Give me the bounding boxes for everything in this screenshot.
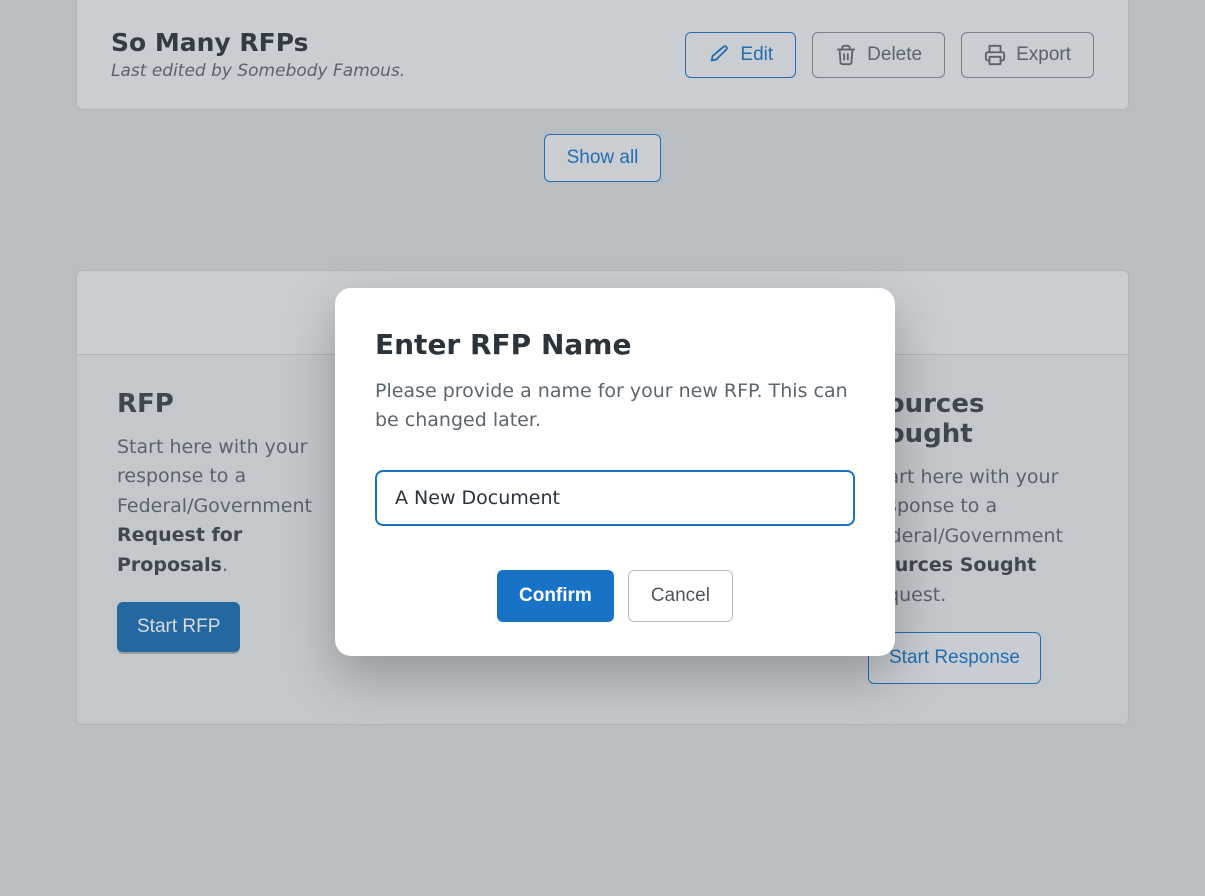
modal-overlay[interactable]: Enter RFP Name Please provide a name for…: [0, 0, 1205, 896]
modal-description: Please provide a name for your new RFP. …: [375, 377, 855, 436]
enter-rfp-name-modal: Enter RFP Name Please provide a name for…: [335, 288, 895, 656]
modal-title: Enter RFP Name: [375, 328, 855, 361]
rfp-name-input[interactable]: [375, 470, 855, 526]
confirm-button[interactable]: Confirm: [497, 570, 614, 622]
cancel-button[interactable]: Cancel: [628, 570, 733, 622]
